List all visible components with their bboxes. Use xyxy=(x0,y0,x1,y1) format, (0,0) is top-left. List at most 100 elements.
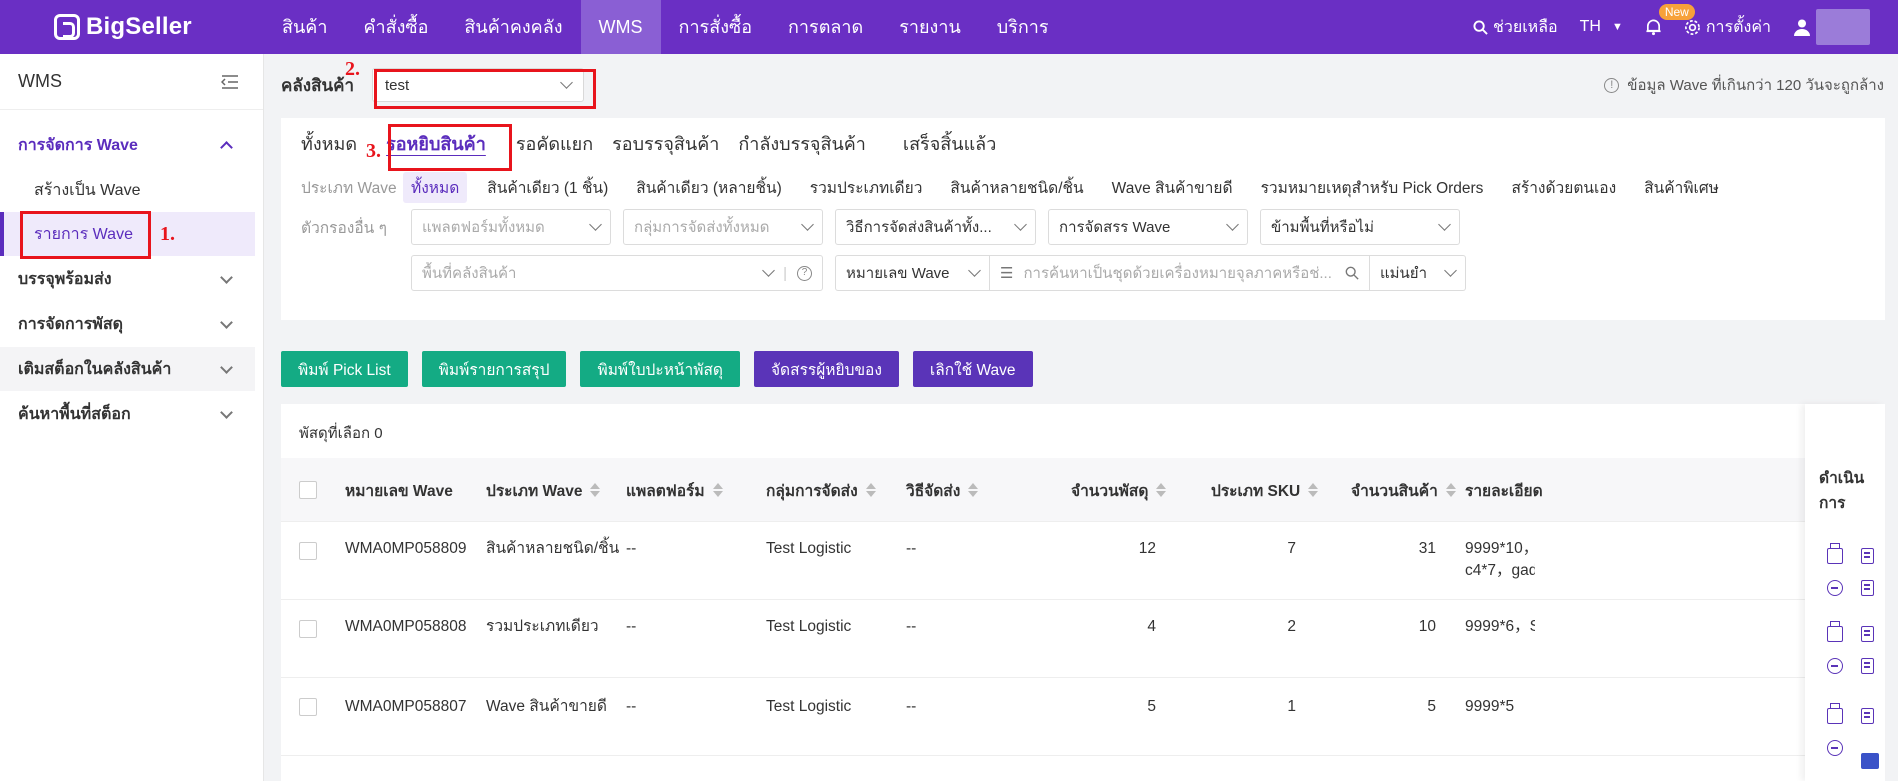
sidebar-group-packing[interactable]: บรรจุพร้อมส่ง xyxy=(0,257,255,301)
col-sku-types[interactable]: ประเภท SKU xyxy=(1211,458,1319,522)
select-all-checkbox[interactable] xyxy=(299,481,317,499)
col-shipping-group[interactable]: กลุ่มการจัดส่ง xyxy=(766,458,876,522)
platform-select[interactable]: แพลตฟอร์มทั้งหมด xyxy=(411,209,611,245)
settings-link[interactable]: การตั้งค่า xyxy=(1684,15,1771,40)
parcel-count: 12 xyxy=(1138,540,1156,557)
annotation-box-wave-list xyxy=(20,211,151,259)
parcel-count: 5 xyxy=(1147,698,1156,715)
caret-down-icon: ▼ xyxy=(1611,21,1623,33)
user-menu[interactable] xyxy=(1793,9,1870,45)
col-platform[interactable]: แพลตฟอร์ม xyxy=(626,458,723,522)
row-checkbox[interactable] xyxy=(299,620,317,638)
allocation-select[interactable]: การจัดสรร Wave xyxy=(1048,209,1248,245)
document-icon[interactable] xyxy=(1861,708,1874,724)
cancel-icon[interactable] xyxy=(1827,580,1843,596)
nav-orders[interactable]: คำสั่งซื้อ xyxy=(345,0,446,54)
search-placeholder: การค้นหาเป็นชุดด้วยเครื่องหมายจุลภาคหรือ… xyxy=(1023,265,1332,282)
platform-placeholder: แพลตฟอร์มทั้งหมด xyxy=(422,219,545,236)
wave-type-chip[interactable]: รวมหมายเหตุสำหรับ Pick Orders xyxy=(1261,175,1484,200)
user-icon xyxy=(1794,19,1810,36)
help-label: ช่วยเหลือ xyxy=(1492,18,1558,36)
sku-count: 2 xyxy=(1287,618,1296,635)
sku-count: 7 xyxy=(1287,540,1296,557)
wave-type-chip[interactable]: รวมประเภทเดียว xyxy=(810,175,923,200)
wave-number[interactable]: WMA0MP058808 xyxy=(345,616,466,638)
tab-all[interactable]: ทั้งหมด xyxy=(301,118,376,170)
print-shipping-label-button[interactable]: พิมพ์ใบปะหน้าพัสดุ xyxy=(580,351,740,387)
print-icon[interactable] xyxy=(1827,703,1843,724)
col-parcels[interactable]: จำนวนพัสดุ xyxy=(1071,458,1167,522)
item-qty: 10 xyxy=(1418,618,1436,635)
cancel-wave-button[interactable]: เลิกใช้ Wave xyxy=(912,351,1033,387)
tab-completed[interactable]: เสร็จสิ้นแล้ว xyxy=(885,118,1015,170)
notification-button[interactable]: New xyxy=(1645,4,1695,36)
wave-type-chip[interactable]: สินค้าเดียว (1 ชิ้น) xyxy=(487,175,608,200)
document-icon[interactable] xyxy=(1861,626,1874,642)
nav-reports[interactable]: รายงาน xyxy=(881,0,979,54)
file-icon[interactable] xyxy=(1861,580,1874,596)
sidebar-item-create-wave[interactable]: สร้างเป็น Wave xyxy=(0,168,255,212)
wave-number[interactable]: WMA0MP058807 xyxy=(345,696,466,718)
collapse-menu-icon[interactable] xyxy=(221,74,239,90)
print-icon[interactable] xyxy=(1827,543,1843,564)
shipping-method-select[interactable]: วิธีการจัดส่งสินค้าทั้ง... xyxy=(835,209,1036,245)
sidebar-group-stock-location[interactable]: ค้นหาพื้นที่สต็อก xyxy=(0,392,255,436)
col-item-qty[interactable]: จำนวนสินค้า xyxy=(1351,458,1456,522)
cancel-icon[interactable] xyxy=(1827,658,1843,674)
row-checkbox[interactable] xyxy=(299,698,317,716)
wave-type-chip[interactable]: สร้างด้วยตนเอง xyxy=(1511,175,1616,200)
chevron-down-icon xyxy=(220,315,233,329)
search-input[interactable]: ☰ การค้นหาเป็นชุดด้วยเครื่องหมายจุลภาคหร… xyxy=(990,255,1370,291)
sidebar-group-wave-management[interactable]: การจัดการ Wave xyxy=(0,123,255,167)
col-wave-type[interactable]: ประเภท Wave xyxy=(486,458,601,522)
wave-type-chip[interactable]: ทั้งหมด xyxy=(403,171,468,203)
cancel-icon[interactable] xyxy=(1827,740,1843,756)
print-pick-list-button[interactable]: พิมพ์ Pick List xyxy=(281,351,408,387)
file-icon[interactable] xyxy=(1861,658,1874,674)
search-icon[interactable] xyxy=(1345,266,1359,280)
batch-list-icon[interactable]: ☰ xyxy=(1000,264,1013,282)
sidebar-group-replenish[interactable]: เติมสต็อกในคลังสินค้า xyxy=(0,347,255,391)
table-row: WMA0MP058808 รวมประเภทเดียว -- Test Logi… xyxy=(281,600,1885,678)
table-header: หมายเลข Wave ประเภท Wave แพลตฟอร์ม กลุ่ม… xyxy=(281,458,1885,522)
nav-purchase[interactable]: การสั่งซื้อ xyxy=(661,0,770,54)
nav-inventory[interactable]: สินค้าคงคลัง xyxy=(446,0,580,54)
chevron-down-icon xyxy=(220,360,233,374)
match-mode-select[interactable]: แม่นยำ xyxy=(1370,255,1466,291)
nav-marketing[interactable]: การตลาด xyxy=(770,0,881,54)
help-icon[interactable]: ? xyxy=(797,265,812,281)
assign-picker-button[interactable]: จัดสรรผู้หยิบของ xyxy=(753,351,899,387)
wave-type-chip[interactable]: Wave สินค้าขายดี xyxy=(1112,175,1233,200)
wave-number[interactable]: WMA0MP058809 xyxy=(345,538,466,560)
help-link[interactable]: ช่วยเหลือ xyxy=(1473,15,1558,40)
brand-logo[interactable]: BigSeller xyxy=(54,13,254,41)
wave-type-chip[interactable]: สินค้าพิเศษ xyxy=(1644,175,1719,200)
warehouse-area-select[interactable]: พื้นที่คลังสินค้า | ? xyxy=(411,255,823,291)
language-select[interactable]: TH ▼ xyxy=(1580,18,1623,36)
skip-area-select[interactable]: ข้ามพื้นที่หรือไม่ xyxy=(1260,209,1460,245)
wave-type-chip[interactable]: สินค้าเดียว (หลายชิ้น) xyxy=(636,175,782,200)
document-icon[interactable] xyxy=(1861,548,1874,564)
shipping-method-value: วิธีการจัดส่งสินค้าทั้ง... xyxy=(846,219,992,236)
search-icon xyxy=(1473,19,1488,35)
sku-count: 1 xyxy=(1287,698,1296,715)
print-summary-button[interactable]: พิมพ์รายการสรุป xyxy=(421,351,567,387)
wave-type-chip[interactable]: สินค้าหลายชนิด/ชิ้น xyxy=(950,175,1083,200)
print-icon[interactable] xyxy=(1827,621,1843,642)
gear-icon xyxy=(1684,19,1700,35)
col-shipping-method[interactable]: วิธีจัดส่ง xyxy=(906,458,979,522)
nav-wms[interactable]: WMS xyxy=(580,0,661,54)
shipping-group-select[interactable]: กลุ่มการจัดส่งทั้งหมด xyxy=(623,209,823,245)
other-filters-row-1: ตัวกรองอื่น ๆ แพลตฟอร์มทั้งหมด กลุ่มการจ… xyxy=(281,204,1885,250)
chevron-down-icon xyxy=(762,264,775,277)
tab-awaiting-pack[interactable]: รอบรรจุสินค้า xyxy=(612,118,738,170)
tab-awaiting-sort[interactable]: รอคัดแยก xyxy=(516,118,612,170)
sidebar-group-parcel-management[interactable]: การจัดการพัสดุ xyxy=(0,302,255,346)
nav-products[interactable]: สินค้า xyxy=(264,0,345,54)
row-checkbox[interactable] xyxy=(299,542,317,560)
tab-packing[interactable]: กำลังบรรจุสินค้า xyxy=(738,118,885,170)
nav-services[interactable]: บริการ xyxy=(979,0,1067,54)
chat-support-icon[interactable] xyxy=(1861,753,1879,769)
search-field-select[interactable]: หมายเลข Wave xyxy=(835,255,990,291)
warehouse-area-placeholder: พื้นที่คลังสินค้า xyxy=(422,265,517,282)
